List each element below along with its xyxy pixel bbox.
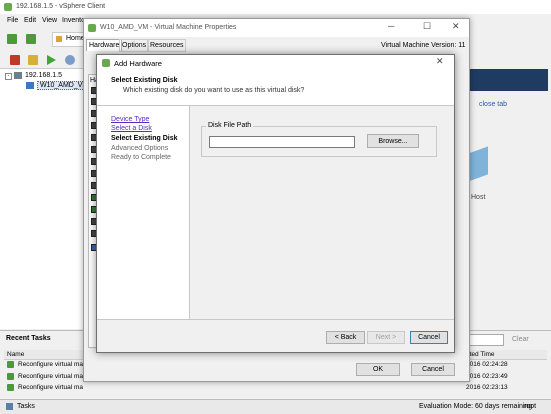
play-icon[interactable]	[47, 55, 56, 65]
stop-icon[interactable]	[10, 55, 20, 65]
status-evaluation: Evaluation Mode: 60 days remaining	[419, 403, 533, 410]
completed-time-column-header[interactable]: eted Time	[466, 351, 495, 358]
wizard-titlebar: Add Hardware ✕	[97, 55, 454, 71]
tree-host-label[interactable]: 192.168.1.5	[25, 72, 62, 79]
step-device-type[interactable]: Device Type	[111, 116, 149, 123]
status-bar: Tasks Evaluation Mode: 60 days remaining…	[0, 399, 551, 414]
task-name: Reconfigure virtual ma	[18, 361, 84, 368]
vsphere-logo-icon	[4, 3, 12, 11]
wizard-logo-icon	[102, 59, 110, 67]
vmprops-tabs: Hardware Options Resources	[86, 39, 246, 52]
tab-hardware[interactable]: Hardware	[86, 39, 123, 51]
menu-view[interactable]: View	[42, 17, 57, 24]
pause-icon[interactable]	[28, 55, 38, 65]
disk-file-path-input[interactable]	[209, 136, 355, 148]
back-nav-icon[interactable]	[7, 34, 17, 44]
recent-tasks-title: Recent Tasks	[6, 335, 51, 342]
refresh-icon[interactable]	[65, 55, 75, 65]
task-status-icon	[7, 373, 14, 380]
step-ready-to-complete: Ready to Complete	[111, 154, 171, 161]
back-button[interactable]: < Back	[326, 331, 365, 344]
clear-filter-button[interactable]: Clear	[512, 336, 529, 343]
task-row[interactable]: Reconfigure virtual ma 2016 02:23:13	[6, 383, 546, 392]
home-nav-button[interactable]: Home	[52, 32, 86, 47]
wizard-header: Select Existing Disk Which existing disk…	[97, 71, 454, 106]
vmprops-titlebar: W10_AMD_VM - Virtual Machine Properties …	[84, 19, 469, 37]
next-button[interactable]: Next >	[367, 331, 405, 344]
browse-button[interactable]: Browse...	[367, 134, 419, 148]
vsphere-titlebar: 192.168.1.5 - vSphere Client	[0, 0, 551, 14]
vmprops-title: W10_AMD_VM - Virtual Machine Properties	[100, 24, 237, 31]
wizard-header-title: Select Existing Disk	[111, 77, 178, 84]
host-diagram-icon	[468, 146, 488, 182]
vm-version: Virtual Machine Version: 11	[381, 42, 466, 49]
tab-options[interactable]: Options	[119, 39, 150, 52]
host-diagram-label: Host	[471, 194, 486, 201]
minimize-icon[interactable]: ─	[388, 21, 394, 31]
task-time: 2016 02:23:49	[466, 373, 508, 380]
tab-resources[interactable]: Resources	[147, 39, 187, 52]
add-hardware-dialog: Add Hardware ✕ Select Existing Disk Whic…	[96, 54, 455, 353]
tasks-status-icon	[6, 403, 13, 410]
disk-file-path-label: Disk File Path	[206, 122, 254, 129]
step-advanced-options: Advanced Options	[111, 145, 169, 152]
disk-file-path-group: Disk File Path Browse...	[201, 122, 437, 157]
task-time: 2016 02:24:28	[466, 361, 508, 368]
task-time: 2016 02:23:13	[466, 384, 508, 391]
status-user: root	[524, 403, 537, 410]
task-name: Reconfigure virtual ma	[18, 384, 84, 391]
menu-inventory[interactable]: Invento	[62, 17, 85, 24]
host-icon	[14, 72, 22, 79]
task-name: Reconfigure virtual ma	[18, 373, 84, 380]
wizard-header-subtitle: Which existing disk do you want to use a…	[123, 87, 305, 94]
menu-file[interactable]: File	[7, 17, 18, 24]
inventory-tree: - 192.168.1.5 W10_AMD_VM	[0, 68, 92, 329]
wizard-footer-separator	[97, 319, 454, 320]
step-select-disk[interactable]: Select a Disk	[111, 125, 152, 132]
wizard-close-icon[interactable]: ✕	[436, 56, 444, 67]
vmprops-cancel-button[interactable]: Cancel	[411, 363, 455, 376]
vm-icon	[26, 82, 34, 89]
close-icon[interactable]: ✕	[452, 21, 460, 32]
step-select-existing-disk: Select Existing Disk	[111, 135, 178, 142]
task-status-icon	[7, 384, 14, 391]
vmprops-ok-button[interactable]: OK	[356, 363, 400, 376]
vsphere-menubar: File Edit View Invento	[0, 15, 90, 27]
menu-edit[interactable]: Edit	[24, 17, 36, 24]
tree-expander[interactable]: -	[5, 73, 12, 80]
home-label: Home	[66, 35, 85, 42]
wizard-cancel-button[interactable]: Cancel	[410, 331, 448, 344]
status-tasks-button[interactable]: Tasks	[17, 403, 35, 410]
maximize-icon[interactable]: ☐	[423, 21, 431, 32]
task-status-icon	[7, 361, 14, 368]
name-column-header[interactable]: Name	[7, 351, 24, 358]
forward-nav-icon[interactable]	[26, 34, 36, 44]
wizard-steps: Device Type Select a Disk Select Existin…	[97, 106, 190, 319]
vsphere-title: 192.168.1.5 - vSphere Client	[16, 3, 106, 10]
close-tab-link[interactable]: close tab	[479, 101, 507, 108]
wizard-title: Add Hardware	[114, 59, 162, 68]
home-icon	[56, 36, 62, 42]
vmprops-logo-icon	[88, 24, 96, 32]
